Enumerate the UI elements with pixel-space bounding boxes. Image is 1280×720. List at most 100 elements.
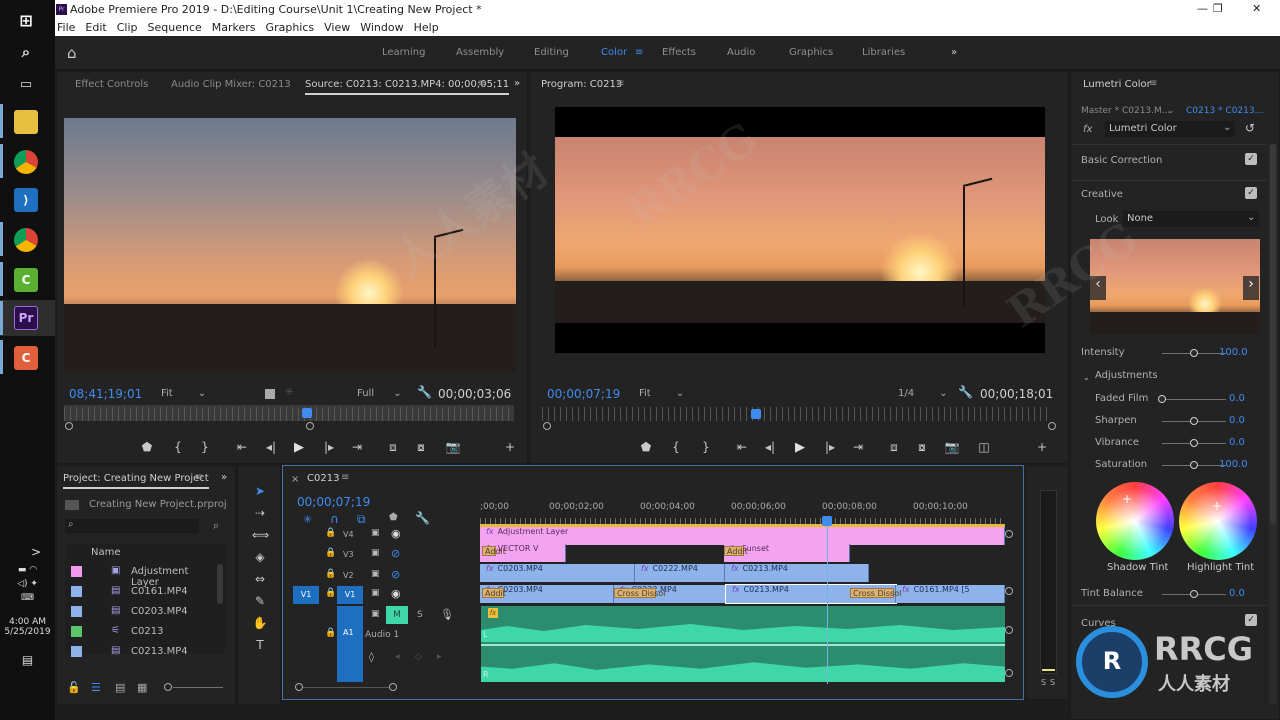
adjustments-header[interactable]: Adjustments [1095,370,1158,381]
project-item[interactable]: ▤ C0203.MP4 [65,602,215,622]
lumetri-active-clip[interactable]: C0213 * C0213... [1186,106,1263,116]
sync-lock-icon[interactable]: ▣ [371,569,380,579]
freeform-view-icon[interactable]: ▦ [137,681,147,694]
shadow-tint-crosshair[interactable]: + [1122,492,1132,506]
vscode-icon[interactable]: ⟩ [14,188,38,212]
project-writable-lock-icon[interactable]: 🔓 [67,681,81,694]
panel-overflow-button[interactable]: » [514,78,520,89]
linked-selection-icon[interactable]: ⧉ [357,512,366,527]
project-item[interactable]: ▤ C0161.MP4 [65,582,215,602]
track-target-v3[interactable]: V3 [343,550,354,559]
track-select-forward-tool[interactable]: ⇢ [252,506,268,520]
source-tab-menu-icon[interactable]: ≡ [478,78,486,89]
faded-film-slider-knob[interactable] [1158,395,1166,403]
program-current-timecode[interactable]: 00;00;07;19 [547,387,620,401]
mark-out-button[interactable]: } [197,440,213,454]
workspace-graphics[interactable]: Graphics [789,47,833,58]
export-frame-button[interactable]: 📷 [445,440,461,454]
column-header-name[interactable]: Name [91,547,121,558]
track-visible-eye-icon[interactable]: ◉ [391,587,401,600]
track-hidden-eye-icon[interactable]: ⊘ [391,547,400,560]
source-zoom-handle-left[interactable] [65,422,73,430]
insert-button[interactable]: ⧈ [385,440,401,455]
curves-checkbox[interactable]: ✓ [1245,614,1257,626]
clip[interactable]: fx C0213.MP4 [725,564,869,582]
project-list-scrollbar[interactable] [217,564,223,604]
workspace-assembly[interactable]: Assembly [456,47,504,58]
transition[interactable]: Cross Dissol [614,588,665,598]
source-playhead[interactable] [302,408,312,418]
transition[interactable]: Cross Dissol [850,588,901,598]
source-zoom-handle-right[interactable] [306,422,314,430]
step-forward-button[interactable]: |▸ [822,440,838,454]
saturation-value[interactable]: 100.0 [1219,459,1248,470]
program-zoom-handle-left[interactable] [543,422,551,430]
file-explorer-icon[interactable] [14,110,38,134]
tab-audio-clip-mixer[interactable]: Audio Clip Mixer: C0213 [171,79,291,90]
extract-button[interactable]: ⧇ [914,440,930,455]
label-color-swatch[interactable] [71,606,82,617]
timeline-timecode[interactable]: 00;00;07;19 [297,495,370,509]
play-button[interactable]: ▶ [792,440,808,455]
program-panel-menu-icon[interactable]: ≡ [616,78,624,89]
search-icon[interactable]: ⌕ [14,40,38,64]
menu-graphics[interactable]: Graphics [266,21,315,34]
program-playhead[interactable] [751,409,762,419]
clip-adjustment-layer[interactable]: fx Adjustment Layer [480,527,1005,545]
highlight-tint-wheel[interactable]: + [1179,482,1257,560]
menu-clip[interactable]: Clip [117,21,138,34]
play-button[interactable]: ▶ [291,440,307,455]
workspace-overflow-button[interactable]: » [951,47,957,58]
ripple-edit-tool[interactable]: ⟺ [252,528,269,542]
sync-lock-icon[interactable]: ▣ [371,609,380,619]
add-marker-button[interactable]: ⬟ [638,440,654,454]
source-current-timecode[interactable]: 08;41;19;01 [69,387,142,401]
lumetri-scrollbar[interactable] [1269,144,1277,704]
sharpen-value[interactable]: 0.0 [1229,415,1245,426]
razor-tool[interactable]: ◈ [252,550,268,564]
go-to-out-button[interactable]: ⇥ [850,440,866,454]
faded-film-value[interactable]: 0.0 [1229,393,1245,404]
windows-start-icon[interactable]: ⊞ [14,8,38,32]
project-panel-title[interactable]: Project: Creating New Project [63,473,209,489]
go-to-in-button[interactable]: ⇤ [734,440,750,454]
track-target-v2[interactable]: V2 [343,571,354,580]
workspace-audio[interactable]: Audio [727,47,755,58]
tint-balance-value[interactable]: 0.0 [1229,588,1245,599]
clock-time[interactable]: 4:00 AM [0,617,55,627]
timeline-zoom-handle-right[interactable] [389,683,397,691]
list-view-icon[interactable]: ☰ [91,681,101,694]
menu-edit[interactable]: Edit [85,21,106,34]
faded-film-slider[interactable] [1162,399,1226,400]
go-to-in-button[interactable]: ⇤ [234,440,250,454]
close-button[interactable]: ✕ [1252,2,1261,15]
hand-tool[interactable]: ✋ [252,616,268,630]
sync-lock-icon[interactable]: ▣ [371,588,380,598]
compare-view-button[interactable]: ◫ [976,440,992,454]
clip[interactable]: fxC0203.MP4 [480,564,635,582]
highlight-tint-crosshair[interactable]: + [1212,499,1222,513]
step-forward-button[interactable]: |▸ [321,440,337,454]
transition[interactable]: Addit [482,546,506,556]
add-marker-button[interactable]: ⬟ [139,440,155,454]
step-back-button[interactable]: ◂| [762,440,778,454]
notifications-icon[interactable]: ▤ [0,653,55,667]
menu-window[interactable]: Window [360,21,403,34]
tab-effect-controls[interactable]: Effect Controls [75,79,148,90]
mark-in-button[interactable]: { [170,440,186,454]
look-previous-button[interactable]: ‹ [1090,276,1106,300]
track-lock-icon[interactable]: 🔒 [325,548,336,558]
program-zoom-handle-right[interactable] [1048,422,1056,430]
clock-date[interactable]: 5/25/2019 [0,627,55,637]
icon-view-icon[interactable]: ▤ [115,681,125,694]
intensity-value[interactable]: 100.0 [1219,347,1248,358]
label-color-swatch[interactable] [71,586,82,597]
minimize-button[interactable]: — [1197,2,1208,15]
track-lock-icon[interactable]: 🔒 [325,628,336,638]
track-visible-eye-icon[interactable]: ◉ [391,527,401,540]
overwrite-button[interactable]: ⧇ [413,440,429,455]
label-color-swatch[interactable] [71,566,82,577]
program-time-ruler[interactable] [542,407,1052,421]
menu-sequence[interactable]: Sequence [148,21,202,34]
export-frame-button[interactable]: 📷 [944,440,960,454]
